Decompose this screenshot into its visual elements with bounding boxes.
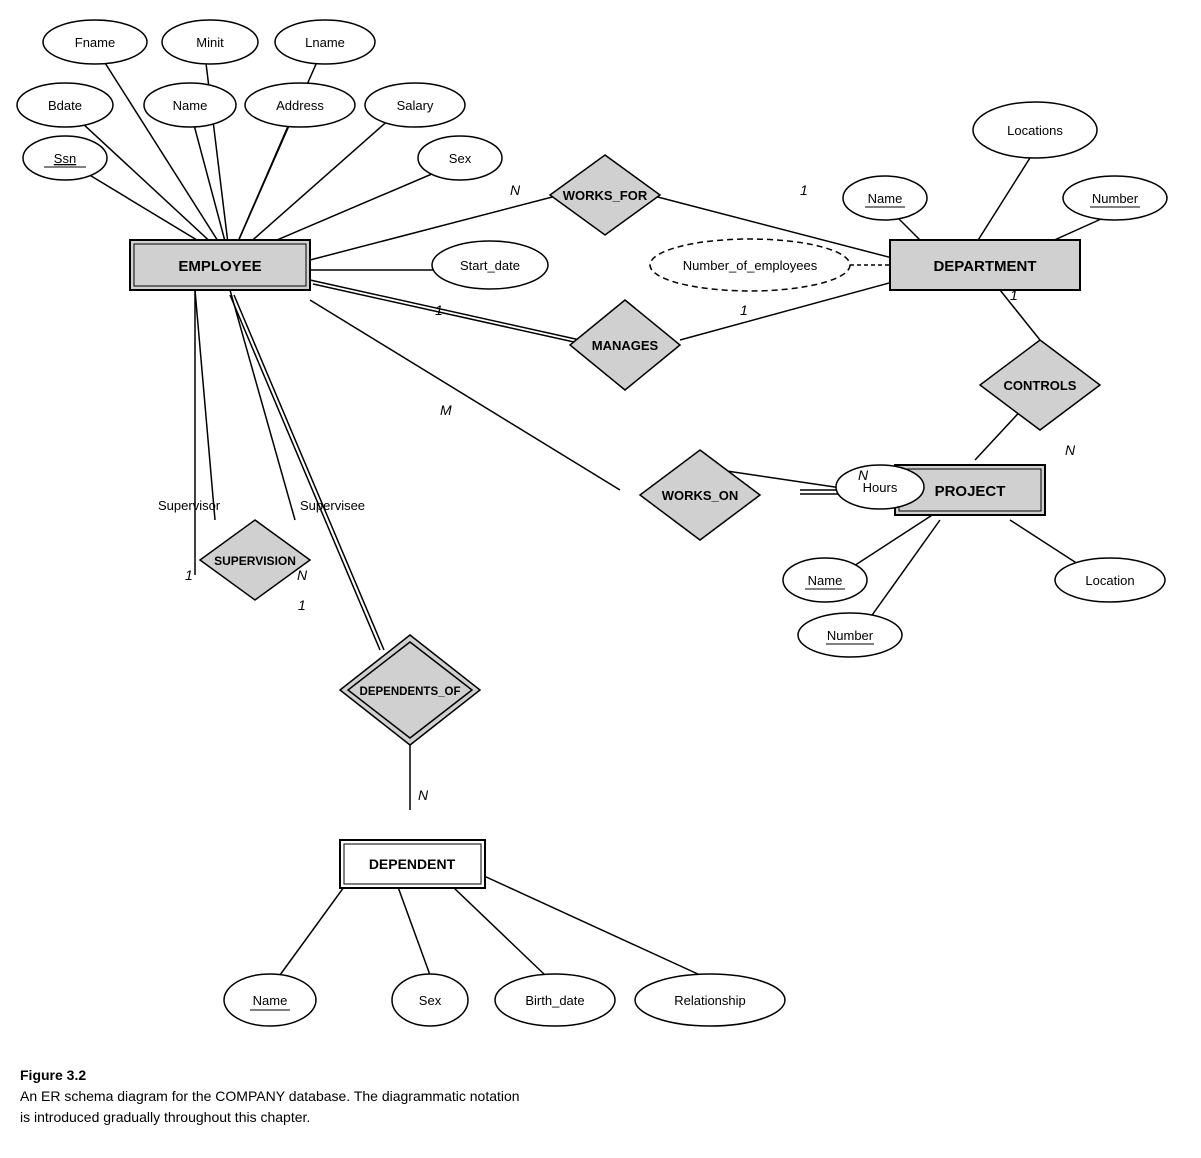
works-on-label: WORKS_ON [662, 488, 739, 503]
one-controls-dept: 1 [1010, 287, 1018, 303]
dep-name-attr: Name [253, 993, 288, 1008]
proj-name-attr: Name [808, 573, 843, 588]
lname-attr: Lname [305, 35, 345, 50]
supervision-label: SUPERVISION [214, 554, 296, 568]
supervisor-label: Supervisor [158, 498, 221, 513]
dept-number-attr: Number [1092, 191, 1139, 206]
proj-number-attr: Number [827, 628, 874, 643]
locations-attr: Locations [1007, 123, 1063, 138]
start-date-attr: Start_date [460, 258, 520, 273]
department-label: DEPARTMENT [933, 258, 1036, 275]
one-supervision-sup: 1 [185, 567, 193, 583]
n-works-on-proj: N [858, 467, 869, 483]
one-works-for-dept: 1 [800, 182, 808, 198]
caption-line1: An ER schema diagram for the COMPANY dat… [20, 1088, 520, 1104]
employee-label: EMPLOYEE [178, 258, 261, 275]
one-manages-emp: 1 [435, 302, 443, 318]
n-depof-dep: N [418, 787, 429, 803]
minit-attr: Minit [196, 35, 224, 50]
works-for-label: WORKS_FOR [563, 188, 648, 203]
dep-sex-attr: Sex [419, 993, 442, 1008]
ssn-attr: Ssn [54, 151, 76, 166]
fname-attr: Fname [75, 35, 115, 50]
address-attr: Address [276, 98, 324, 113]
sex-emp-attr: Sex [449, 151, 472, 166]
bdate-attr: Bdate [48, 98, 82, 113]
one-depof-emp: 1 [298, 597, 306, 613]
manages-label: MANAGES [592, 338, 659, 353]
n-works-for-emp: N [510, 182, 521, 198]
emp-name-attr: Name [173, 98, 208, 113]
caption-line2: is introduced gradually throughout this … [20, 1109, 310, 1125]
relationship-attr: Relationship [674, 993, 746, 1008]
dependents-of-label: DEPENDENTS_OF [360, 686, 461, 698]
one-manages-dept: 1 [740, 302, 748, 318]
supervisee-label: Supervisee [300, 498, 365, 513]
controls-label: CONTROLS [1004, 378, 1077, 393]
birth-date-attr: Birth_date [525, 993, 584, 1008]
n-controls-proj: N [1065, 442, 1076, 458]
figure-label: Figure 3.2 [20, 1067, 86, 1083]
m-works-on-emp: M [440, 402, 452, 418]
salary-attr: Salary [397, 98, 434, 113]
location-attr: Location [1085, 573, 1134, 588]
num-employees-attr: Number_of_employees [683, 258, 818, 273]
dependent-label: DEPENDENT [369, 856, 456, 872]
dept-name-attr: Name [868, 191, 903, 206]
figure-caption: Figure 3.2 An ER schema diagram for the … [20, 1065, 520, 1128]
n-supervision-sup: N [297, 567, 308, 583]
project-label: PROJECT [935, 483, 1006, 500]
